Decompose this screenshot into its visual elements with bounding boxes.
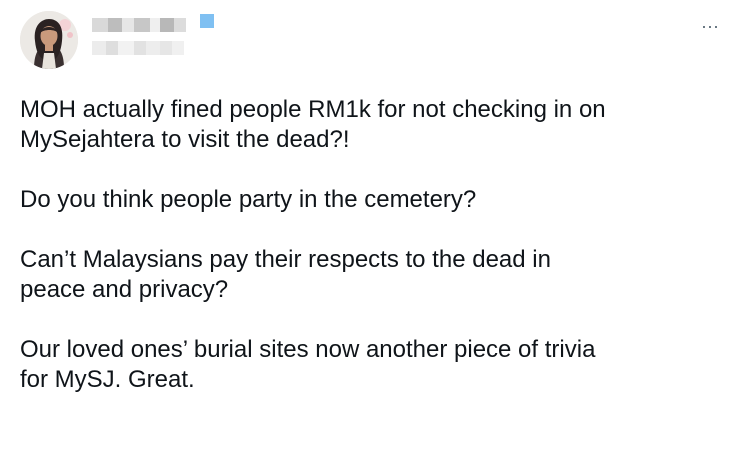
handle-redacted[interactable] bbox=[92, 41, 184, 55]
avatar-image bbox=[20, 11, 78, 69]
verified-badge-icon bbox=[200, 14, 214, 28]
tweet-paragraph: Do you think people party in the cemeter… bbox=[20, 186, 477, 213]
display-name-redacted[interactable] bbox=[92, 14, 217, 36]
tweet-paragraph: Can’t Malaysians pay their respects to t… bbox=[20, 246, 551, 303]
avatar[interactable] bbox=[20, 11, 78, 69]
tweet-card: ··· MOH actually fined people RM1k for n… bbox=[0, 0, 734, 452]
tweet-text: MOH actually fined people RM1k for not c… bbox=[20, 95, 725, 395]
tweet-paragraph: MOH actually fined people RM1k for not c… bbox=[20, 96, 606, 153]
tweet-paragraph: Our loved ones’ burial sites now another… bbox=[20, 336, 596, 393]
more-horizontal-icon[interactable]: ··· bbox=[698, 16, 722, 36]
